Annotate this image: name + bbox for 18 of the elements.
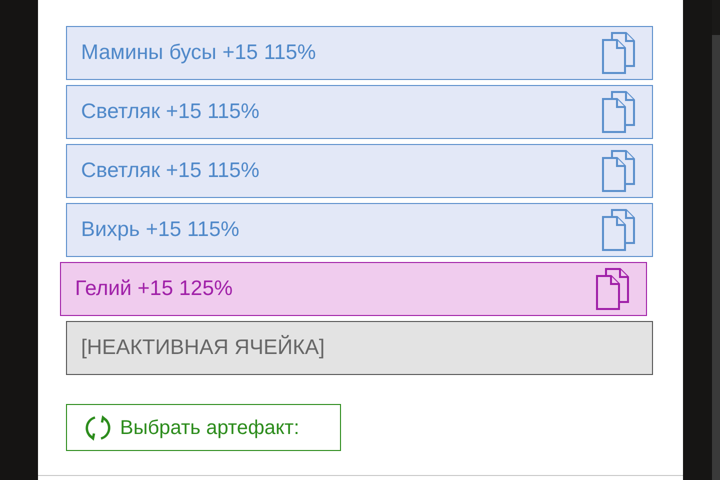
artifact-label: Гелий +15 125%: [75, 276, 233, 302]
copy-icon[interactable]: [602, 150, 638, 192]
artifact-label: Мамины бусы +15 115%: [81, 40, 316, 66]
copy-icon[interactable]: [602, 32, 638, 74]
artifact-label: Вихрь +15 115%: [81, 217, 240, 244]
artifact-row[interactable]: Гелий +15 125%: [60, 262, 647, 316]
artifact-row[interactable]: Вихрь +15 115%: [66, 203, 653, 257]
artifact-row[interactable]: Светляк +15 115%: [66, 144, 653, 198]
artifact-row[interactable]: Мамины бусы +15 115%: [66, 26, 653, 80]
copy-icon[interactable]: [602, 209, 638, 251]
refresh-icon: [84, 414, 112, 442]
artifact-row[interactable]: Светляк +15 115%: [66, 85, 653, 139]
inactive-cell: [НЕАКТИВНАЯ ЯЧЕЙКА]: [66, 321, 653, 375]
artifact-label: Светляк +15 115%: [81, 99, 260, 126]
artifact-label: Светляк +15 115%: [81, 158, 260, 184]
choose-artifact-button[interactable]: Выбрать артефакт:: [66, 404, 341, 451]
copy-icon[interactable]: [602, 91, 638, 133]
copy-icon[interactable]: [596, 268, 632, 310]
